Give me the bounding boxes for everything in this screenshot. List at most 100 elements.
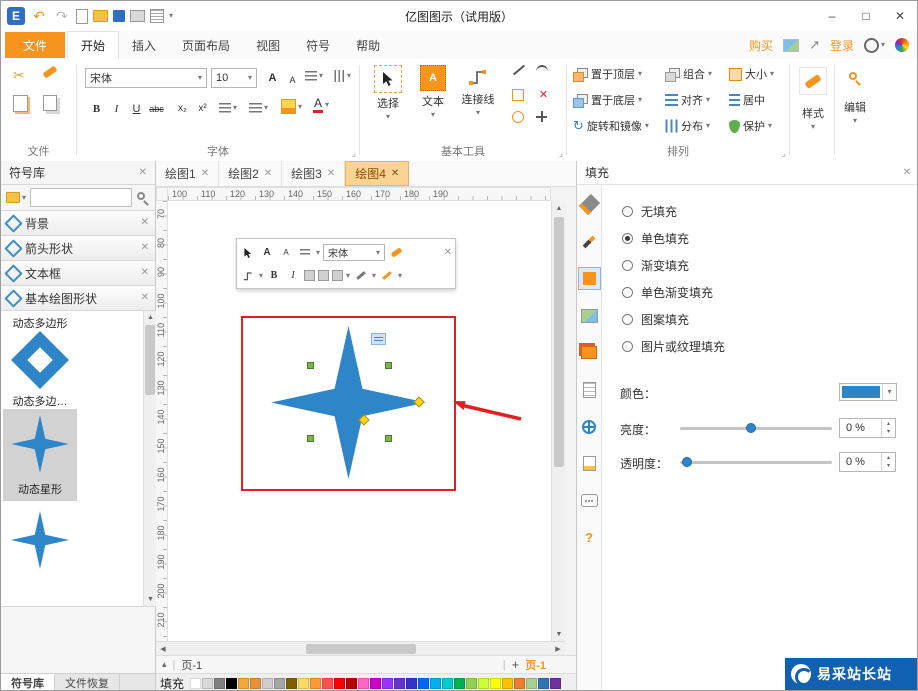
palette-swatch[interactable]	[478, 677, 490, 689]
size-button[interactable]: 大小 ▾	[729, 63, 774, 85]
mini-bold-button[interactable]: B	[266, 267, 282, 284]
grow-font-button[interactable]: A	[263, 68, 282, 87]
tab-drawing-3[interactable]: 绘图3 ✕	[282, 161, 346, 186]
pinwheel-icon[interactable]	[895, 38, 909, 52]
palette-swatch[interactable]	[310, 677, 322, 689]
palette-swatch[interactable]	[526, 677, 538, 689]
format-painter-icon[interactable]	[42, 65, 58, 79]
settings-button[interactable]: ▾	[863, 37, 885, 53]
arrange-dialog-launcher-icon[interactable]: ⌟	[782, 148, 786, 159]
tab-drawing-4[interactable]: 绘图4 ✕	[345, 161, 410, 186]
page-tab-active[interactable]: 页-1	[525, 657, 546, 673]
select-tool-button[interactable]: 选择 ▾	[368, 65, 408, 121]
palette-swatch[interactable]	[454, 677, 466, 689]
fill-bucket-icon[interactable]	[578, 193, 601, 216]
palette-swatch[interactable]	[274, 677, 286, 689]
scroll-up-icon[interactable]: ▲	[552, 201, 566, 215]
page-nav-label[interactable]: 页-1	[181, 657, 202, 673]
tab-symbol[interactable]: 符号	[293, 31, 343, 59]
fill-panel-close-icon[interactable]: ✕	[903, 167, 911, 178]
font-dialog-launcher-icon[interactable]: ⌟	[352, 148, 356, 159]
arc-tool-icon[interactable]	[536, 65, 548, 79]
connector-tool-button[interactable]: 连接线 ▾	[456, 65, 500, 117]
align-text-button[interactable]: ▾	[305, 71, 323, 81]
scroll-right-icon[interactable]: ▶	[551, 642, 565, 656]
horizontal-scroll-thumb[interactable]	[306, 644, 416, 654]
library-folder-dropdown[interactable]: ▾	[6, 192, 26, 203]
mini-italic-button[interactable]: I	[285, 267, 301, 284]
italic-button[interactable]: I	[107, 99, 126, 118]
palette-swatch[interactable]	[382, 677, 394, 689]
pagebar-collapse-icon[interactable]: ▴	[162, 659, 167, 670]
tab-close-icon[interactable]: ✕	[264, 168, 272, 179]
font-color-button[interactable]: A ▾	[313, 96, 329, 114]
mini-pen-icon[interactable]	[379, 267, 395, 284]
shape-item-dynamic-star-selected[interactable]: 动态星形	[3, 409, 77, 501]
palette-swatch[interactable]	[190, 677, 202, 689]
option-no-fill[interactable]: 无填充	[622, 203, 677, 220]
help-icon[interactable]: ?	[578, 526, 601, 549]
group-button[interactable]: 组合 ▾	[665, 63, 712, 85]
open-file-icon[interactable]	[93, 10, 108, 22]
redo-icon[interactable]: ↷	[53, 8, 71, 25]
rotate-mirror-button[interactable]: ↻ 旋转和镜像 ▾	[573, 115, 649, 137]
buy-button[interactable]: 购买	[749, 37, 773, 54]
fill-color-dropdown[interactable]: ▾	[839, 383, 897, 401]
symbol-library-close-icon[interactable]: ✕	[139, 167, 147, 178]
rectangle-tool-icon[interactable]	[512, 89, 524, 101]
anchor-tool-icon[interactable]	[536, 111, 547, 122]
send-to-back-button[interactable]: 置于底层 ▾	[573, 89, 642, 111]
mini-style-preset-icon[interactable]	[318, 270, 330, 281]
symbol-search-icon[interactable]	[136, 191, 150, 206]
tab-home[interactable]: 开始	[67, 31, 120, 60]
symbol-search-input[interactable]	[30, 188, 132, 207]
bold-button[interactable]: B	[87, 99, 106, 118]
cut-icon[interactable]: ✂	[13, 67, 25, 84]
maximize-button[interactable]: □	[849, 1, 883, 31]
image-panel-icon[interactable]	[578, 304, 601, 327]
section-close-icon[interactable]: ✕	[141, 218, 149, 228]
canvas-horizontal-scrollbar[interactable]: ◀ ▶	[156, 641, 565, 655]
distribute-button[interactable]: 分布 ▾	[665, 115, 710, 137]
palette-swatch[interactable]	[346, 677, 358, 689]
palette-swatch[interactable]	[322, 677, 334, 689]
section-background[interactable]: 背景 ✕	[1, 211, 155, 236]
option-gradient-fill[interactable]: 渐变填充	[622, 257, 689, 274]
tab-file-recovery[interactable]: 文件恢复	[55, 674, 120, 690]
comment-panel-icon[interactable]	[578, 489, 601, 512]
palette-swatch[interactable]	[490, 677, 502, 689]
option-picture-texture-fill[interactable]: 图片或纹理填充	[622, 338, 725, 355]
palette-swatch[interactable]	[514, 677, 526, 689]
mini-style-preset-icon[interactable]	[332, 270, 344, 281]
font-size-select[interactable]: 10 ▾	[211, 68, 257, 88]
layers-panel-icon[interactable]	[578, 341, 601, 364]
mini-toolbar-close-icon[interactable]: ✕	[444, 247, 452, 258]
selection-handle[interactable]	[307, 362, 314, 369]
palette-swatch[interactable]	[430, 677, 442, 689]
palette-swatch[interactable]	[202, 677, 214, 689]
option-solid-fill[interactable]: 单色填充	[622, 230, 689, 247]
scroll-down-icon[interactable]: ▼	[144, 593, 156, 606]
selection-handle[interactable]	[385, 362, 392, 369]
highlight-color-button[interactable]: ▾	[281, 99, 302, 114]
line-spacing-button[interactable]: ▾	[219, 103, 237, 113]
basic-dialog-launcher-icon[interactable]: ⌟	[559, 148, 563, 159]
tab-help[interactable]: 帮助	[343, 31, 393, 59]
scroll-left-icon[interactable]: ◀	[156, 642, 170, 656]
shrink-font-button[interactable]: A	[283, 70, 302, 89]
brightness-slider-thumb[interactable]	[746, 423, 756, 433]
tab-close-icon[interactable]: ✕	[327, 168, 335, 179]
mini-style-preset-icon[interactable]	[304, 270, 316, 281]
gallery-scroll-thumb[interactable]	[145, 325, 155, 395]
tab-view[interactable]: 视图	[243, 31, 293, 59]
tab-close-icon[interactable]: ✕	[201, 168, 209, 179]
qat-dropdown-icon[interactable]: ▾	[169, 12, 173, 20]
new-document-icon[interactable]	[76, 8, 88, 24]
align-button[interactable]: 对齐 ▾	[665, 89, 710, 111]
palette-swatch[interactable]	[394, 677, 406, 689]
text-tool-button[interactable]: A 文本 ▾	[416, 65, 450, 119]
scroll-up-icon[interactable]: ▲	[144, 311, 156, 324]
strikethrough-button[interactable]: abc	[147, 99, 166, 118]
center-button[interactable]: 居中	[729, 89, 765, 111]
palette-swatch[interactable]	[466, 677, 478, 689]
